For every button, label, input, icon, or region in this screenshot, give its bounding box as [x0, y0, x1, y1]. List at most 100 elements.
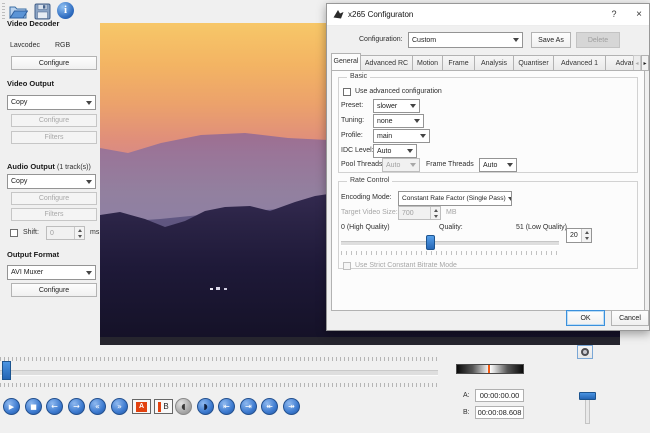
- tab-frame[interactable]: Frame: [443, 55, 475, 71]
- shift-spinbox[interactable]: 0: [46, 226, 85, 240]
- toolbar-grip[interactable]: [2, 3, 5, 19]
- tab-advanced-2[interactable]: Advan: [606, 55, 633, 71]
- mute-button[interactable]: [577, 345, 593, 359]
- target-video-size-unit: MB: [446, 209, 457, 216]
- stop-button[interactable]: ■: [25, 398, 42, 415]
- quality-label: Quality:: [439, 224, 463, 231]
- tab-quantiser[interactable]: Quantiser: [514, 55, 554, 71]
- chevron-down-icon: [507, 163, 513, 167]
- shift-unit: ms: [90, 229, 99, 236]
- encoding-mode-label: Encoding Mode:: [341, 194, 392, 201]
- first-frame-button[interactable]: ⇤: [218, 398, 235, 415]
- configuration-value: Custom: [412, 37, 436, 44]
- profile-value: main: [377, 133, 392, 140]
- dialog-titlebar[interactable]: x265 Configuraton ? ×: [327, 4, 649, 26]
- low-quality-label: 51 (Low Quality): [516, 224, 567, 231]
- decoder-mode: RGB: [55, 42, 70, 49]
- strict-cbr-checkbox: [343, 262, 351, 270]
- tab-advanced-1[interactable]: Advanced 1: [554, 55, 606, 71]
- tuning-select[interactable]: none: [373, 114, 424, 128]
- encoding-mode-select[interactable]: Constant Rate Factor (Single Pass): [398, 191, 512, 206]
- audio-filters-button[interactable]: Filters: [11, 208, 97, 221]
- volume-slider-handle[interactable]: [579, 392, 596, 400]
- speaker-icon: [581, 348, 589, 356]
- quality-spinbox[interactable]: 20: [566, 228, 592, 243]
- shift-checkbox[interactable]: [10, 229, 18, 237]
- information-button[interactable]: i: [57, 2, 75, 20]
- previous-keyframe-button[interactable]: «: [89, 398, 106, 415]
- next-frame-button[interactable]: →: [68, 398, 85, 415]
- rate-control-group-title: Rate Control: [347, 177, 392, 184]
- pool-threads-select: Auto: [382, 158, 420, 172]
- set-marker-b-button[interactable]: B: [154, 399, 173, 414]
- spin-arrows[interactable]: [581, 229, 591, 242]
- audio-output-title: Audio Output: [7, 162, 55, 171]
- configuration-label: Configuration:: [359, 36, 403, 43]
- preset-value: slower: [377, 103, 397, 110]
- set-marker-a-button[interactable]: A: [132, 399, 151, 414]
- use-advanced-configuration-checkbox[interactable]: [343, 88, 351, 96]
- save-as-button[interactable]: Save As: [531, 32, 571, 48]
- frame-threads-label: Frame Threads: [426, 161, 474, 168]
- chevron-down-icon: [86, 180, 92, 184]
- tab-scroll-right-button[interactable]: ▸: [641, 55, 649, 71]
- dialog-close-button[interactable]: ×: [629, 7, 649, 22]
- tab-general[interactable]: General: [331, 53, 361, 71]
- quality-slider-track[interactable]: [341, 241, 559, 246]
- x265-app-icon: [333, 9, 344, 22]
- video-output-select[interactable]: Copy: [7, 95, 96, 110]
- timeline-handle[interactable]: [2, 361, 11, 380]
- output-format-value: AVI Muxer: [11, 269, 43, 276]
- distant-building-lights: [216, 287, 220, 290]
- marker-a-icon: A: [136, 402, 147, 412]
- use-advanced-configuration-label: Use advanced configuration: [355, 88, 442, 95]
- ok-button[interactable]: OK: [566, 310, 605, 326]
- shuttle-control[interactable]: [456, 364, 524, 374]
- profile-select[interactable]: main: [373, 129, 430, 143]
- spin-arrows: [430, 207, 440, 219]
- configuration-select[interactable]: Custom: [408, 32, 523, 48]
- video-bottom-bar: [100, 337, 620, 345]
- tab-advanced-rc[interactable]: Advanced RC: [361, 55, 413, 71]
- video-output-configure-button[interactable]: Configure: [11, 114, 97, 127]
- preset-select[interactable]: slower: [373, 99, 420, 113]
- go-to-marker-b-button[interactable]: ↠: [283, 398, 300, 415]
- black-frame-next-button[interactable]: ◗: [197, 398, 214, 415]
- frame-threads-select[interactable]: Auto: [479, 158, 517, 172]
- distant-building-lights: [224, 288, 227, 290]
- tab-analysis[interactable]: Analysis: [475, 55, 514, 71]
- audio-output-title-row: Audio Output (1 track(s)): [7, 162, 91, 171]
- next-keyframe-button[interactable]: »: [111, 398, 128, 415]
- marker-b-time-label: B:: [463, 409, 470, 416]
- spin-arrows[interactable]: [74, 227, 84, 239]
- last-frame-button[interactable]: ⇥: [240, 398, 257, 415]
- timeline-slider[interactable]: [0, 370, 438, 376]
- chevron-down-icon: [86, 101, 92, 105]
- video-output-filters-button[interactable]: Filters: [11, 131, 97, 144]
- chevron-down-icon: [407, 149, 413, 153]
- profile-label: Profile:: [341, 132, 363, 139]
- audio-configure-button[interactable]: Configure: [11, 192, 97, 205]
- tab-motion[interactable]: Motion: [413, 55, 443, 71]
- dialog-help-button[interactable]: ?: [603, 7, 625, 22]
- chevron-down-icon: [513, 38, 519, 42]
- quality-slider-handle[interactable]: [426, 235, 435, 250]
- marker-b-time-field: 00:00:08.608: [475, 406, 524, 419]
- audio-output-value: Copy: [11, 178, 27, 185]
- strict-cbr-label: Use Strict Constant Bitrate Mode: [355, 262, 457, 269]
- audio-output-select[interactable]: Copy: [7, 174, 96, 189]
- cancel-button[interactable]: Cancel: [611, 310, 649, 326]
- output-format-configure-button[interactable]: Configure: [11, 283, 97, 297]
- target-video-size-label: Target Video Size:: [341, 209, 398, 216]
- previous-frame-button[interactable]: ←: [46, 398, 63, 415]
- audio-tracks-count: (1 track(s)): [57, 164, 91, 171]
- frame-threads-value: Auto: [483, 162, 497, 169]
- decoder-configure-button[interactable]: Configure: [11, 56, 97, 70]
- play-button[interactable]: ▶: [3, 398, 20, 415]
- idc-level-select[interactable]: Auto: [373, 144, 417, 158]
- go-to-marker-a-button[interactable]: ↞: [261, 398, 278, 415]
- marker-a-time-label: A:: [463, 392, 470, 399]
- output-format-select[interactable]: AVI Muxer: [7, 265, 96, 280]
- tab-bar: General Advanced RC Motion Frame Analysi…: [331, 53, 633, 71]
- video-decoder-title: Video Decoder: [7, 19, 59, 28]
